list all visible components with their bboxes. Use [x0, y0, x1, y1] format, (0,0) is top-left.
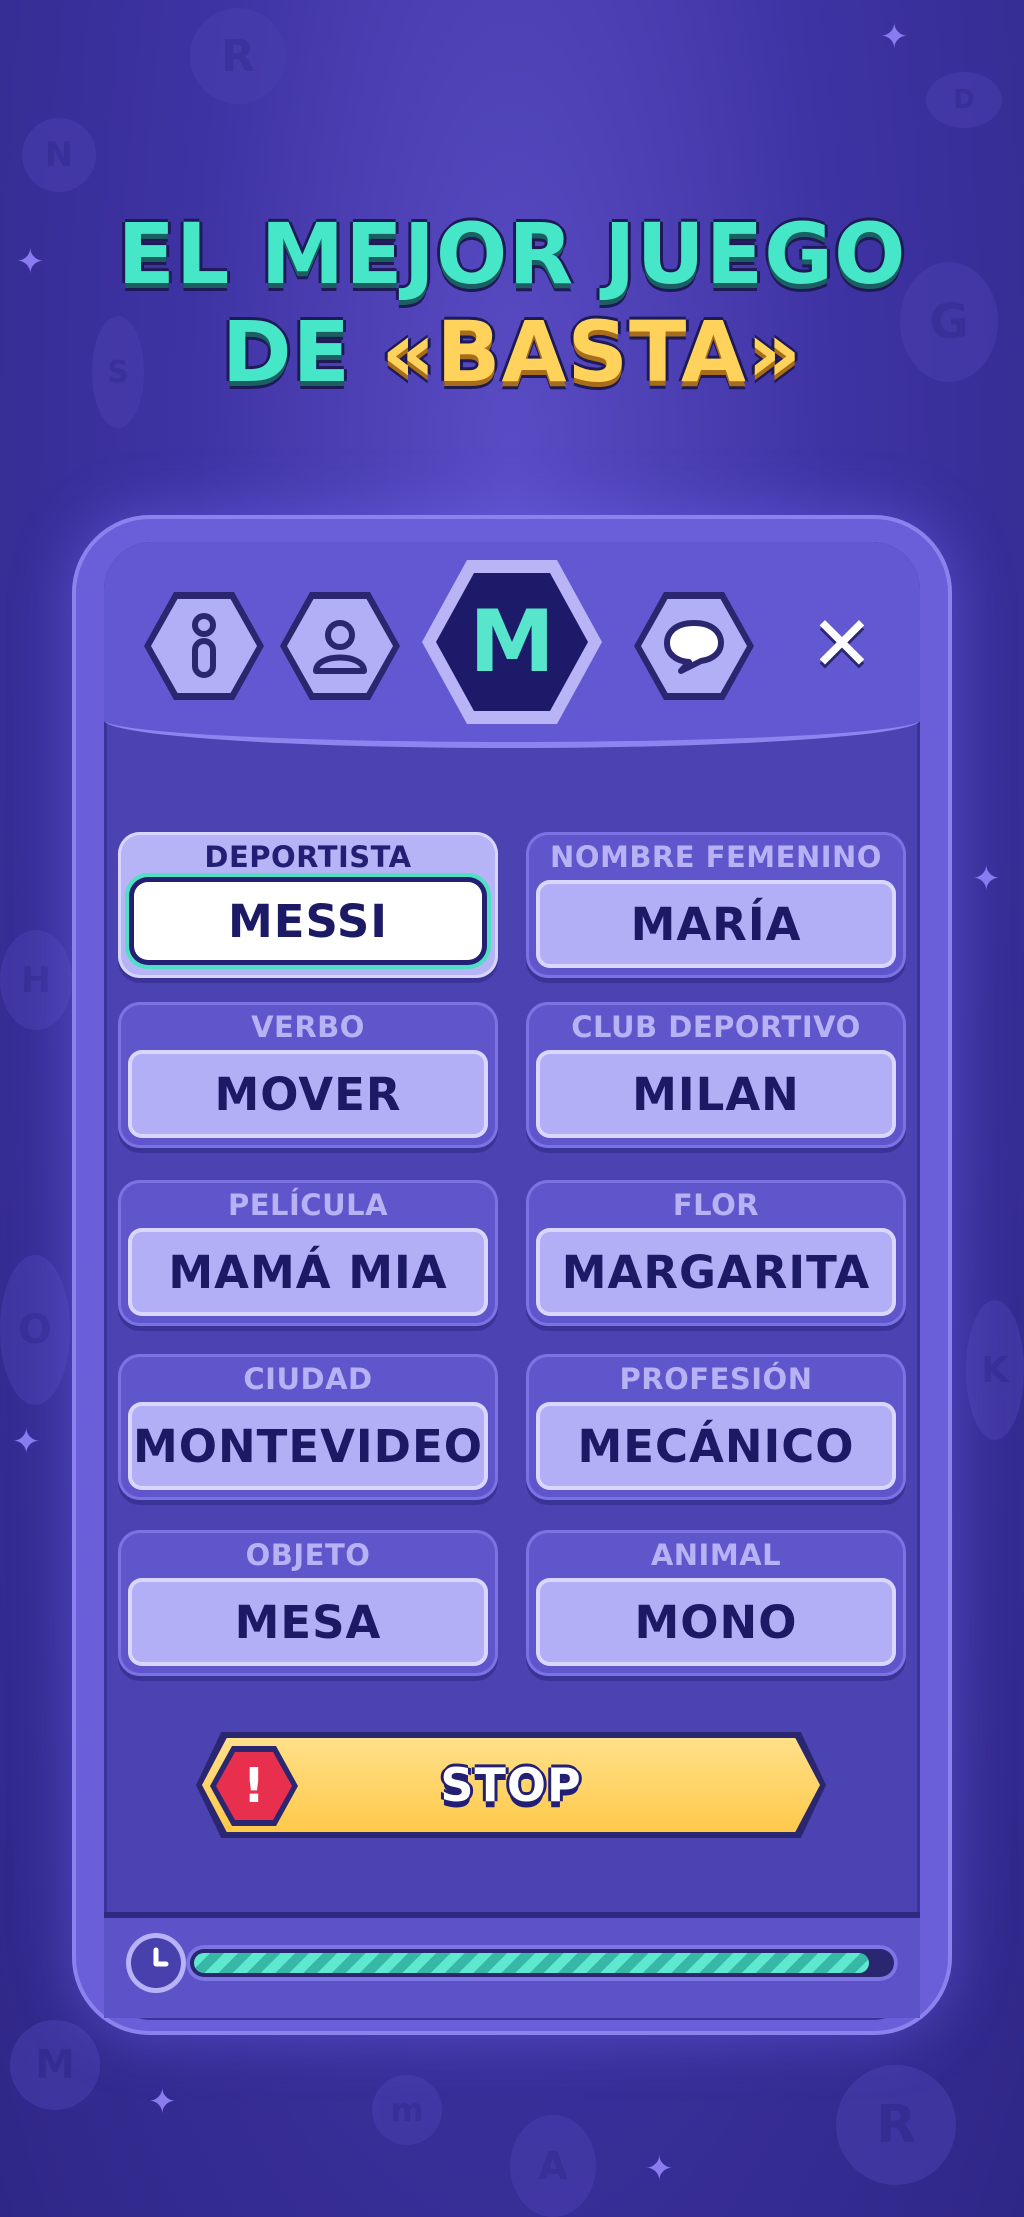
category-card[interactable]: DEPORTISTA MESSI: [118, 832, 498, 978]
answer-input[interactable]: MARÍA: [536, 880, 896, 968]
category-card[interactable]: CLUB DEPORTIVO MILAN: [526, 1002, 906, 1148]
letter-coin: D: [926, 72, 1002, 128]
answer-input[interactable]: MOVER: [128, 1050, 488, 1138]
page-title: EL MEJOR JUEGO DE «BASTA»: [0, 205, 1024, 401]
answer-input[interactable]: MAMÁ MIA: [128, 1228, 488, 1316]
category-label: FLOR: [672, 1188, 760, 1222]
headline-line-2-prefix: DE: [221, 303, 382, 401]
category-label: ANIMAL: [650, 1538, 782, 1572]
letter-coin: R: [190, 8, 286, 104]
letter-coin: m: [372, 2075, 442, 2145]
category-card[interactable]: OBJETO MESA: [118, 1530, 498, 1676]
answer-input[interactable]: MONTEVIDEO: [128, 1402, 488, 1490]
sparkle-icon: ✦: [645, 2149, 674, 2189]
category-card[interactable]: PROFESIÓN MECÁNICO: [526, 1354, 906, 1500]
close-button[interactable]: ✕: [806, 606, 878, 682]
letter-badge-core: M: [436, 573, 588, 711]
answer-input[interactable]: MARGARITA: [536, 1228, 896, 1316]
current-letter: M: [469, 592, 555, 692]
category-card[interactable]: ANIMAL MONO: [526, 1530, 906, 1676]
category-label: DEPORTISTA: [204, 840, 412, 874]
answer-input[interactable]: MESSI: [134, 882, 482, 960]
category-label: CLUB DEPORTIVO: [571, 1010, 861, 1044]
category-card[interactable]: PELÍCULA MAMÁ MIA: [118, 1180, 498, 1326]
sparkle-icon: ✦: [880, 17, 909, 57]
answer-input[interactable]: MESA: [128, 1578, 488, 1666]
timer-bar: [186, 1945, 898, 1981]
letter-coin: R: [836, 2065, 956, 2185]
info-icon: [151, 599, 257, 693]
category-card[interactable]: CIUDAD MONTEVIDEO: [118, 1354, 498, 1500]
alert-icon-glyph: !: [216, 1752, 292, 1820]
letter-coin: H: [0, 930, 72, 1030]
chat-icon: [641, 599, 747, 693]
clock-icon: [126, 1933, 186, 1993]
category-label: CIUDAD: [243, 1362, 373, 1396]
letter-coin: K: [966, 1300, 1024, 1440]
headline-game-name: «BASTA»: [381, 303, 803, 401]
letter-coin: O: [0, 1255, 70, 1405]
sparkle-icon: ✦: [972, 859, 1001, 899]
category-card[interactable]: FLOR MARGARITA: [526, 1180, 906, 1326]
category-label: PROFESIÓN: [619, 1362, 813, 1396]
sparkle-icon: ✦: [12, 1422, 41, 1462]
category-card[interactable]: NOMBRE FEMENINO MARÍA: [526, 832, 906, 978]
letter-coin: M: [10, 2020, 100, 2110]
timer-bar-fill: [194, 1953, 869, 1973]
answer-input[interactable]: MECÁNICO: [536, 1402, 896, 1490]
answer-input[interactable]: MILAN: [536, 1050, 896, 1138]
headline-line-1: EL MEJOR JUEGO: [117, 205, 907, 303]
player-icon: [287, 599, 393, 693]
letter-coin: N: [22, 118, 96, 192]
letter-coin: A: [510, 2115, 596, 2217]
category-label: VERBO: [251, 1010, 365, 1044]
answer-input[interactable]: MONO: [536, 1578, 896, 1666]
category-label: OBJETO: [245, 1538, 371, 1572]
category-label: PELÍCULA: [227, 1188, 389, 1222]
category-card[interactable]: VERBO MOVER: [118, 1002, 498, 1148]
category-label: NOMBRE FEMENINO: [550, 840, 882, 874]
sparkle-icon: ✦: [148, 2082, 177, 2122]
